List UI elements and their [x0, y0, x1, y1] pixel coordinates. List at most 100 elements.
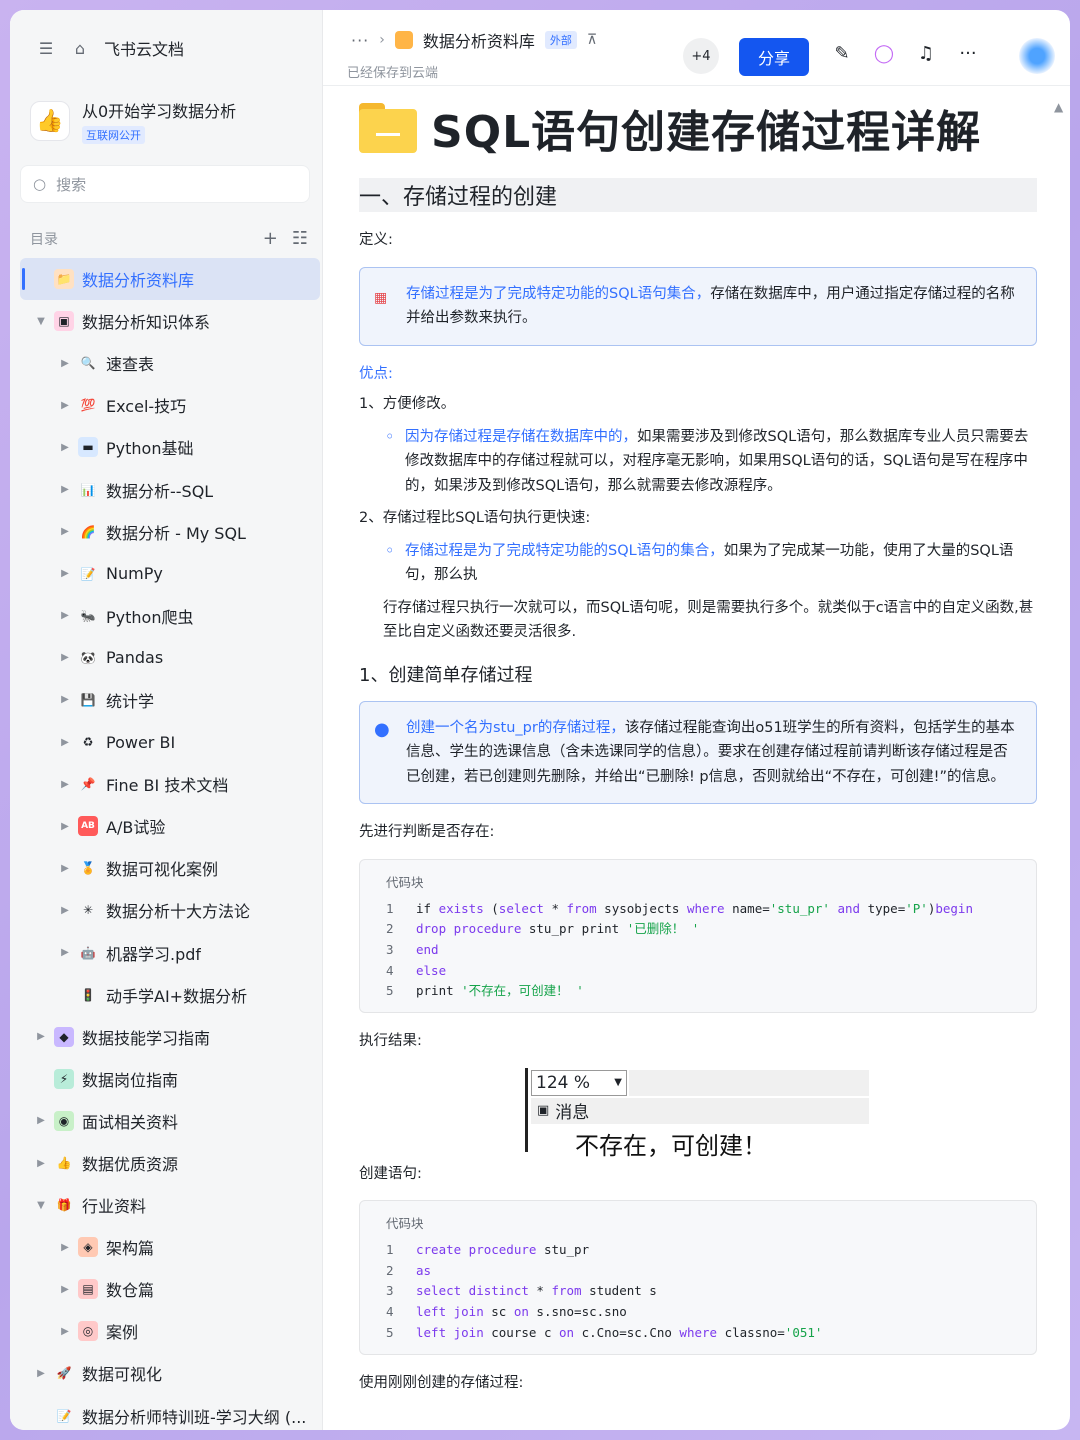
chevron-right-icon[interactable]: ▶ — [58, 568, 72, 579]
app-title[interactable]: 飞书云文档 — [104, 36, 184, 60]
collapse-sidebar-icon[interactable]: ☰ — [36, 38, 56, 58]
zoom-dropdown: 124 % ▼ — [531, 1069, 627, 1096]
chevron-right-icon[interactable]: ▶ — [58, 1284, 72, 1295]
page-icon: 🚀 — [56, 1366, 72, 1381]
callout-task[interactable]: ● 创建一个名为stu_pr的存储过程，该存储过程能查询出o51班学生的所有资料… — [359, 700, 1037, 804]
tree-item[interactable]: ▼ 🎁 行业资料 — [20, 1184, 320, 1226]
chevron-right-icon[interactable]: ▶ — [34, 1368, 48, 1379]
code-text: print '不存在，可创建！ ' — [416, 983, 584, 999]
app-window: ☰ ⌂ 飞书云文档 👍 从0开始学习数据分析 互联网公开 ○ 搜索 目录 + ☷… — [10, 10, 1070, 1430]
tree-item[interactable]: ▶ 🔍 速查表 — [20, 342, 320, 384]
bell-icon[interactable]: ♫ — [915, 42, 937, 64]
breadcrumb-title[interactable]: 数据分析资料库 — [423, 28, 535, 52]
chevron-right-icon[interactable]: ▶ — [34, 1115, 48, 1126]
chevron-right-icon[interactable]: ▶ — [58, 863, 72, 874]
tree-item[interactable]: ▼ ▣ 数据分析知识体系 — [20, 300, 320, 342]
dropdown-arrow-icon: ▼ — [614, 1077, 622, 1089]
chevron-right-icon[interactable]: ▶ — [58, 442, 72, 453]
globe-icon: ● — [374, 718, 390, 740]
chevron-right-icon[interactable]: ▶ — [34, 1158, 48, 1169]
chevron-right-icon[interactable]: ▶ — [58, 821, 72, 832]
tree-item[interactable]: ▶ 📌 Fine BI 技术文档 — [20, 763, 320, 805]
list-options-icon[interactable]: ☷ — [292, 228, 308, 249]
collaborators-count[interactable]: +4 — [683, 38, 719, 74]
tree-item[interactable]: 📝 数据分析师特训班-学习大纲 (... — [20, 1395, 320, 1430]
chevron-right-icon[interactable]: ▶ — [58, 610, 72, 621]
toc-header: 目录 + ☷ — [30, 228, 308, 249]
tree-item[interactable]: ▶ ♻ Power BI — [20, 721, 320, 763]
space-logo-icon: 👍 — [30, 101, 70, 141]
page-icon: 💾 — [80, 692, 96, 707]
tree-item[interactable]: ▶ ◈ 架构篇 — [20, 1226, 320, 1268]
chevron-right-icon[interactable]: ▶ — [58, 947, 72, 958]
search-input[interactable]: ○ 搜索 — [20, 165, 310, 203]
code-text: end — [416, 941, 439, 957]
line-number: 3 — [386, 941, 394, 957]
heading-3[interactable]: 1、创建简单存储过程 — [359, 661, 1037, 687]
home-icon[interactable]: ⌂ — [70, 38, 90, 58]
chevron-right-icon[interactable]: ▶ — [58, 526, 72, 537]
chevron-right-icon[interactable]: ▶ — [58, 779, 72, 790]
tree-item[interactable]: ▶ 🐜 Python爬虫 — [20, 595, 320, 637]
page-icon: 💯 — [80, 398, 96, 413]
messages-tab: ▣ 消息 — [531, 1097, 869, 1124]
tree-item[interactable]: 🚦 动手学AI+数据分析 — [20, 974, 320, 1016]
code-line: 1 create procedure stu_pr — [386, 1240, 1010, 1261]
page-icon: ♻ — [82, 735, 94, 750]
tree-item[interactable]: ▶ ▤ 数仓篇 — [20, 1268, 320, 1310]
tree-item[interactable]: ▶ 🐼 Pandas — [20, 637, 320, 679]
chevron-right-icon[interactable]: ▶ — [34, 1031, 48, 1042]
breadcrumb-more[interactable]: ··· — [351, 31, 369, 50]
scroll-up-icon[interactable]: ▲ — [1054, 100, 1063, 114]
share-button[interactable]: 分享 — [739, 38, 809, 76]
heading-1[interactable]: 一、存储过程的创建 — [359, 178, 1037, 212]
chevron-right-icon[interactable]: ▶ — [58, 905, 72, 916]
tree-item[interactable]: ▶ 💾 统计学 — [20, 679, 320, 721]
tree-item[interactable]: ▶ 🌈 数据分析 - My SQL — [20, 511, 320, 553]
chevron-down-icon[interactable]: ▼ — [34, 316, 48, 327]
tree-item[interactable]: ▶ 👍 数据优质资源 — [20, 1142, 320, 1184]
page-icon: ▣ — [54, 311, 74, 332]
chevron-right-icon[interactable]: ▶ — [58, 1326, 72, 1337]
tree-item[interactable]: ▶ 💯 Excel-技巧 — [20, 384, 320, 426]
tree-item[interactable]: ▶ ◉ 面试相关资料 — [20, 1100, 320, 1142]
pin-icon[interactable]: ⊼ — [587, 32, 597, 48]
add-icon[interactable]: + — [263, 228, 278, 249]
tree-item[interactable]: 📁 数据分析资料库 — [20, 258, 320, 301]
tree-item[interactable]: ▶ 🤖 机器学习.pdf — [20, 932, 320, 974]
chevron-right-icon[interactable]: ▶ — [58, 358, 72, 369]
chevron-right-icon[interactable]: ▶ — [58, 694, 72, 705]
tree-item[interactable]: ▶ ◆ 数据技能学习指南 — [20, 1016, 320, 1058]
code-line: 3 end — [386, 940, 1010, 961]
chevron-right-icon[interactable]: ▶ — [58, 1242, 72, 1253]
chevron-down-icon[interactable]: ▼ — [34, 1200, 48, 1211]
tree-item[interactable]: ▶ 🏅 数据可视化案例 — [20, 847, 320, 889]
tree-item[interactable]: ▶ AB A/B试验 — [20, 805, 320, 847]
tree-item[interactable]: ▶ 🚀 数据可视化 — [20, 1352, 320, 1394]
tree-item[interactable]: ▶ 📊 数据分析--SQL — [20, 468, 320, 510]
tree-item[interactable]: ▶ ▬ Python基础 — [20, 426, 320, 468]
tree-item[interactable]: ⚡ 数据岗位指南 — [20, 1058, 320, 1100]
code-block-create[interactable]: 代码块 1 create procedure stu_pr 2 as 3 select d… — [359, 1200, 1037, 1355]
scrollbar[interactable]: ▲ — [1054, 96, 1064, 156]
edit-icon[interactable]: ✎ — [831, 42, 853, 64]
page-icon: 🤖 — [80, 945, 96, 960]
callout-definition[interactable]: ▦ 存储过程是为了完成特定功能的SQL语句集合，存储在数据库中，用户通过指定存储… — [359, 266, 1037, 346]
chevron-right-icon[interactable]: ▶ — [58, 400, 72, 411]
code-block-check[interactable]: 代码块 1 if exists (select * from sysobjects… — [359, 858, 1037, 1014]
ai-assistant-icon[interactable]: ◯ — [873, 42, 895, 64]
doc-title[interactable]: SQL语句创建存储过程详解 — [431, 96, 981, 160]
avatar[interactable] — [1019, 38, 1055, 74]
line-number: 4 — [386, 962, 394, 978]
tree-item[interactable]: ▶ ◎ 案例 — [20, 1310, 320, 1352]
chevron-right-icon[interactable]: ▶ — [58, 484, 72, 495]
tree-item-label: 动手学AI+数据分析 — [106, 986, 248, 1006]
tree-item-label: 数据优质资源 — [82, 1155, 179, 1175]
chevron-right-icon[interactable]: ▶ — [58, 652, 72, 663]
tree-item[interactable]: ▶ 📝 NumPy — [20, 553, 320, 595]
chevron-right-icon[interactable]: ▶ — [58, 737, 72, 748]
more-icon[interactable]: ··· — [957, 42, 979, 64]
tree-item[interactable]: ▶ ✳ 数据分析十大方法论 — [20, 889, 320, 931]
line-number: 2 — [386, 1262, 394, 1278]
space-header[interactable]: 👍 从0开始学习数据分析 互联网公开 — [30, 98, 236, 144]
